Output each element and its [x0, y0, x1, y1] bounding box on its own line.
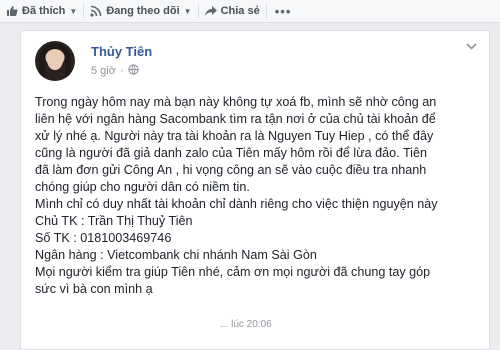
post-line: Mọi người kiểm tra giúp Tiên nhé, cảm ơn… [35, 265, 431, 279]
post-line: liên hệ với ngân hàng Sacombank tìm ra t… [35, 112, 436, 126]
post-line: Ngân hàng : Vietcombank chi nhánh Nam Sà… [35, 248, 317, 262]
share-arrow-icon [204, 5, 217, 17]
following-button[interactable]: Đang theo dõi ▼ [84, 0, 197, 22]
post-line: Trong ngày hôm nay mà bạn này không tự x… [35, 95, 437, 109]
post-line: đã làm đơn gửi Công An , hi vọng công an… [35, 163, 427, 177]
post-options-chevron-icon[interactable] [466, 41, 477, 53]
chevron-down-icon: ▼ [183, 6, 192, 16]
post-body: Trong ngày hôm nay mà bạn này không tự x… [35, 94, 483, 298]
cut-off-footer-text: ... lúc 20:06 [220, 319, 272, 330]
thumbs-up-icon [6, 5, 18, 17]
avatar-face [47, 50, 63, 70]
liked-button[interactable]: Đã thích ▼ [0, 0, 83, 22]
post-card: Thủy Tiên 5 giờ · Trong ngày hôm nay mà … [20, 30, 490, 350]
meta-separator: · [119, 65, 124, 77]
toolbar-divider [265, 4, 267, 18]
more-options-button[interactable]: ••• [275, 4, 292, 19]
avatar[interactable] [35, 41, 75, 81]
page-action-bar: Đã thích ▼ Đang theo dõi ▼ Chia sẻ ••• [0, 0, 500, 23]
post-line: Số TK : 0181003469746 [35, 231, 172, 245]
share-button[interactable]: Chia sẻ [199, 0, 266, 22]
post-line: Mình chỉ có duy nhất tài khoản chỉ dành … [35, 197, 438, 211]
globe-icon [127, 64, 139, 78]
post-line: sức vì bà con mình ạ [35, 282, 153, 296]
post-line: cũng là người đã giả danh zalo của Tiên … [35, 146, 427, 160]
chevron-down-icon: ▼ [69, 6, 78, 16]
post-author-link[interactable]: Thủy Tiên [91, 44, 152, 59]
post-line: Chủ TK : Trần Thị Thuỷ Tiên [35, 214, 193, 228]
liked-label: Đã thích [22, 5, 66, 17]
share-label: Chia sẻ [220, 5, 260, 17]
post-line: chóng giúp cho người dân có niềm tin. [35, 180, 250, 194]
rss-icon [90, 5, 102, 17]
post-line: xử lý nhé ạ. Người này tra tài khoản ra … [35, 129, 434, 143]
post-timestamp[interactable]: 5 giờ [91, 65, 116, 77]
following-label: Đang theo dõi [106, 5, 180, 17]
post-meta: 5 giờ · [91, 64, 139, 78]
